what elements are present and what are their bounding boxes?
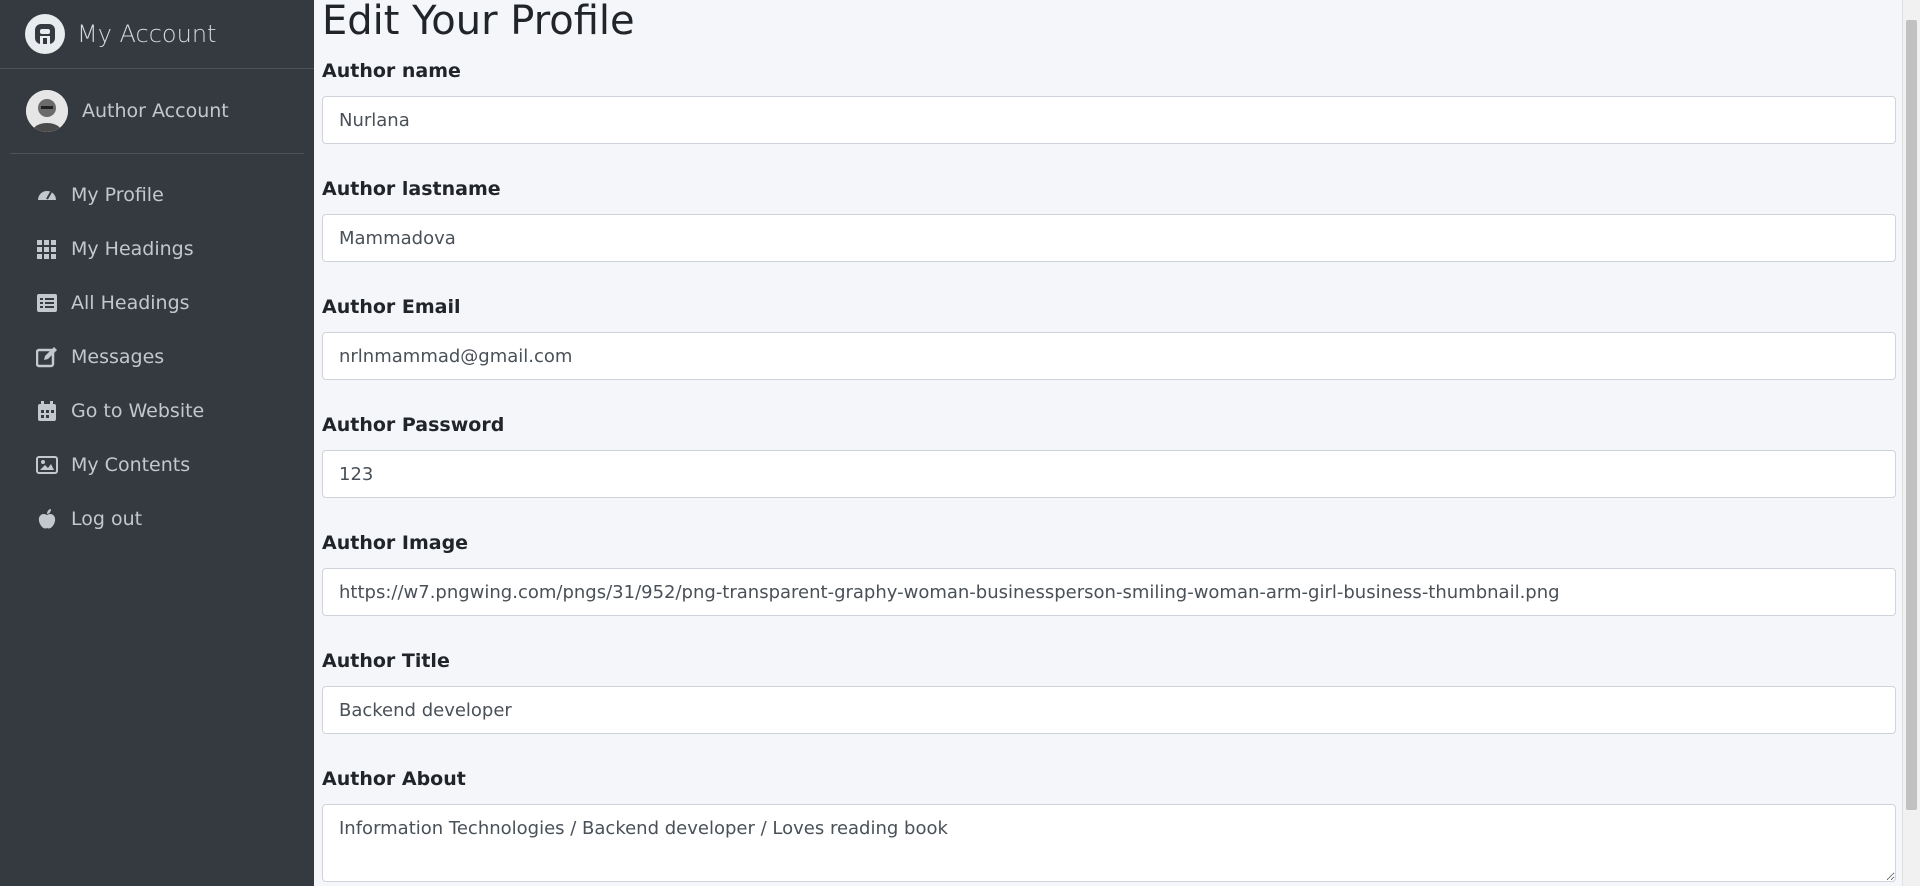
author-image-input[interactable] — [322, 568, 1896, 616]
sidebar-item-my-headings[interactable]: My Headings — [0, 222, 314, 276]
form-group-name: Author name — [322, 58, 1896, 176]
sidebar-item-log-out[interactable]: Log out — [0, 492, 314, 546]
author-title-label: Author Title — [322, 650, 450, 672]
author-email-label: Author Email — [322, 296, 461, 318]
sidebar-nav: My Profile My Headings All Headings Mess… — [0, 154, 314, 546]
sidebar-item-label: My Headings — [71, 238, 194, 260]
sidebar-item-label: My Profile — [71, 184, 164, 206]
apple-icon — [35, 507, 59, 531]
form-group-title: Author Title — [322, 648, 1896, 766]
brand-link[interactable]: My Account — [0, 0, 314, 69]
form-group-password: Author Password — [322, 412, 1896, 530]
sidebar-item-my-profile[interactable]: My Profile — [0, 168, 314, 222]
author-password-label: Author Password — [322, 414, 505, 436]
sidebar-item-my-contents[interactable]: My Contents — [0, 438, 314, 492]
image-icon — [35, 453, 59, 477]
form-group-lastname: Author lastname — [322, 176, 1896, 294]
form-group-email: Author Email — [322, 294, 1896, 412]
sidebar-item-label: Log out — [71, 508, 143, 530]
sidebar-item-label: Go to Website — [71, 400, 205, 422]
brand-logo-icon — [25, 14, 65, 54]
page-title: Edit Your Profile — [322, 0, 635, 44]
author-email-input[interactable] — [322, 332, 1896, 380]
grid-icon — [35, 237, 59, 261]
edit-icon — [35, 345, 59, 369]
author-name-label: Author name — [322, 60, 461, 82]
main-content: Edit Your Profile Author name Author las… — [314, 0, 1920, 886]
tachometer-icon — [35, 183, 59, 207]
sidebar-item-label: Messages — [71, 346, 165, 368]
calendar-icon — [35, 399, 59, 423]
sidebar-item-all-headings[interactable]: All Headings — [0, 276, 314, 330]
brand-title: My Account — [77, 20, 217, 48]
user-name: Author Account — [82, 100, 229, 122]
avatar — [26, 90, 68, 132]
author-lastname-input[interactable] — [322, 214, 1896, 262]
profile-form: Author name Author lastname Author Email… — [322, 58, 1896, 884]
form-group-image: Author Image — [322, 530, 1896, 648]
list-icon — [35, 291, 59, 315]
form-group-about: Author About Information Technologies / … — [322, 766, 1896, 884]
author-name-input[interactable] — [322, 96, 1896, 144]
sidebar-item-go-to-website[interactable]: Go to Website — [0, 384, 314, 438]
author-image-label: Author Image — [322, 532, 469, 554]
sidebar: My Account Author Account My Profile My … — [0, 0, 314, 886]
author-about-textarea[interactable]: Information Technologies / Backend devel… — [322, 804, 1896, 882]
author-title-input[interactable] — [322, 686, 1896, 734]
sidebar-item-label: All Headings — [71, 292, 190, 314]
author-about-label: Author About — [322, 768, 466, 790]
sidebar-item-messages[interactable]: Messages — [0, 330, 314, 384]
author-password-input[interactable] — [322, 450, 1896, 498]
author-lastname-label: Author lastname — [322, 178, 501, 200]
user-panel[interactable]: Author Account — [10, 69, 304, 154]
sidebar-item-label: My Contents — [71, 454, 191, 476]
scrollbar-thumb[interactable] — [1906, 20, 1917, 810]
scrollbar[interactable] — [1902, 0, 1920, 886]
